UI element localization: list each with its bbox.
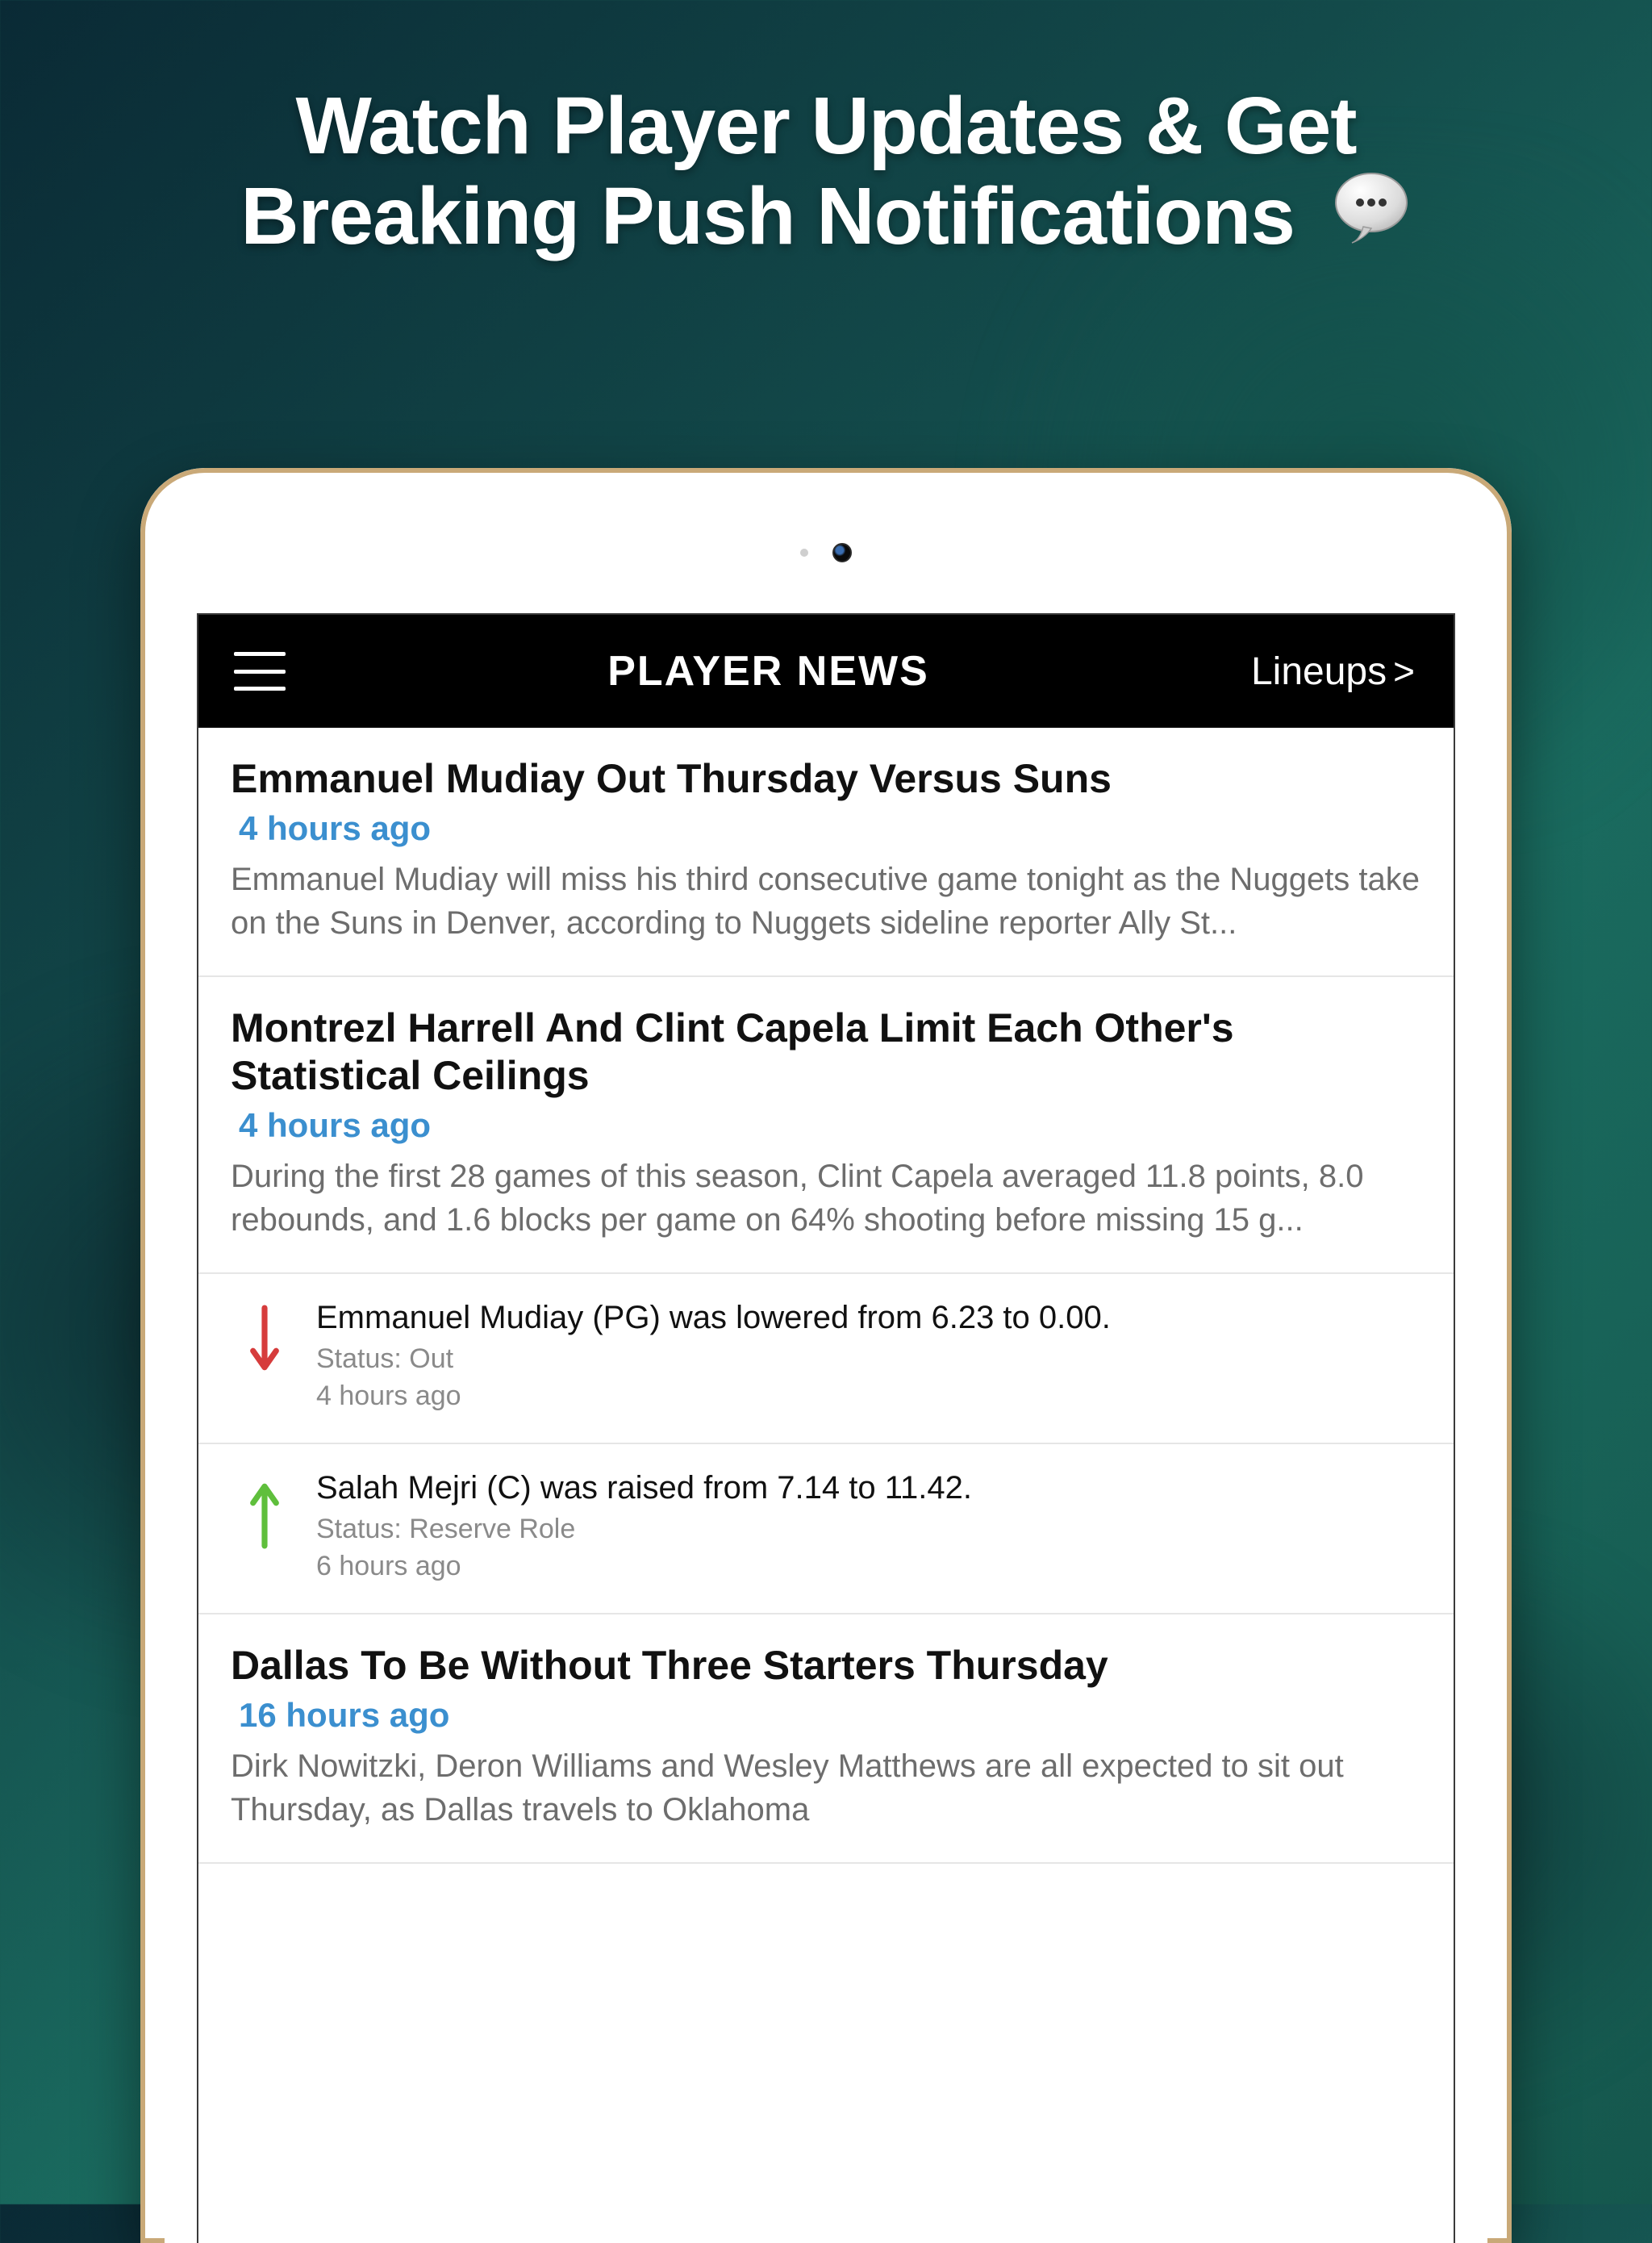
- arrow-up-icon: [242, 1470, 287, 1549]
- update-body: Emmanuel Mudiay (PG) was lowered from 6.…: [316, 1300, 1421, 1415]
- chevron-right-icon: >: [1393, 650, 1415, 693]
- article-excerpt: Dirk Nowitzki, Deron Williams and Wesley…: [231, 1744, 1421, 1832]
- tablet-camera-row: [165, 492, 1487, 613]
- update-time: 6 hours ago: [316, 1548, 1421, 1585]
- hamburger-menu-icon[interactable]: [234, 652, 286, 691]
- article-time: 4 hours ago: [239, 809, 1421, 848]
- article-title: Dallas To Be Without Three Starters Thur…: [231, 1642, 1421, 1690]
- projection-update[interactable]: Emmanuel Mudiay (PG) was lowered from 6.…: [198, 1274, 1454, 1444]
- navbar-title: PLAYER NEWS: [607, 647, 929, 695]
- speech-bubble-icon: [1331, 169, 1412, 267]
- article-excerpt: During the first 28 games of this season…: [231, 1155, 1421, 1242]
- tablet-inner: PLAYER NEWS Lineups > Emmanuel Mudiay Ou…: [165, 492, 1487, 2243]
- projection-update[interactable]: Salah Mejri (C) was raised from 7.14 to …: [198, 1444, 1454, 1614]
- front-camera-icon: [832, 543, 852, 562]
- news-article[interactable]: Dallas To Be Without Three Starters Thur…: [198, 1614, 1454, 1864]
- news-article[interactable]: Emmanuel Mudiay Out Thursday Versus Suns…: [198, 728, 1454, 977]
- news-article[interactable]: Montrezl Harrell And Clint Capela Limit …: [198, 977, 1454, 1274]
- update-text: Salah Mejri (C) was raised from 7.14 to …: [316, 1470, 1421, 1506]
- tablet-frame: PLAYER NEWS Lineups > Emmanuel Mudiay Ou…: [140, 468, 1512, 2243]
- navbar: PLAYER NEWS Lineups >: [198, 615, 1454, 728]
- article-time: 4 hours ago: [239, 1106, 1421, 1145]
- article-title: Montrezl Harrell And Clint Capela Limit …: [231, 1005, 1421, 1100]
- article-title: Emmanuel Mudiay Out Thursday Versus Suns: [231, 755, 1421, 803]
- arrow-down-icon: [242, 1300, 287, 1379]
- promo-headline-line1: Watch Player Updates & Get: [295, 81, 1356, 171]
- ambient-light-sensor-icon: [800, 549, 808, 557]
- update-status: Status: Out: [316, 1341, 1421, 1378]
- update-status: Status: Reserve Role: [316, 1511, 1421, 1548]
- lineups-link-label: Lineups: [1251, 650, 1387, 694]
- update-text: Emmanuel Mudiay (PG) was lowered from 6.…: [316, 1300, 1421, 1336]
- news-feed[interactable]: Emmanuel Mudiay Out Thursday Versus Suns…: [198, 728, 1454, 1864]
- app-screen: PLAYER NEWS Lineups > Emmanuel Mudiay Ou…: [197, 613, 1455, 2243]
- article-time: 16 hours ago: [239, 1696, 1421, 1735]
- promo-headline: Watch Player Updates & Get Breaking Push…: [0, 81, 1652, 272]
- update-body: Salah Mejri (C) was raised from 7.14 to …: [316, 1470, 1421, 1585]
- article-excerpt: Emmanuel Mudiay will miss his third cons…: [231, 858, 1421, 945]
- lineups-link[interactable]: Lineups >: [1251, 650, 1415, 694]
- update-time: 4 hours ago: [316, 1378, 1421, 1415]
- promo-headline-line2: Breaking Push Notifications: [240, 171, 1295, 261]
